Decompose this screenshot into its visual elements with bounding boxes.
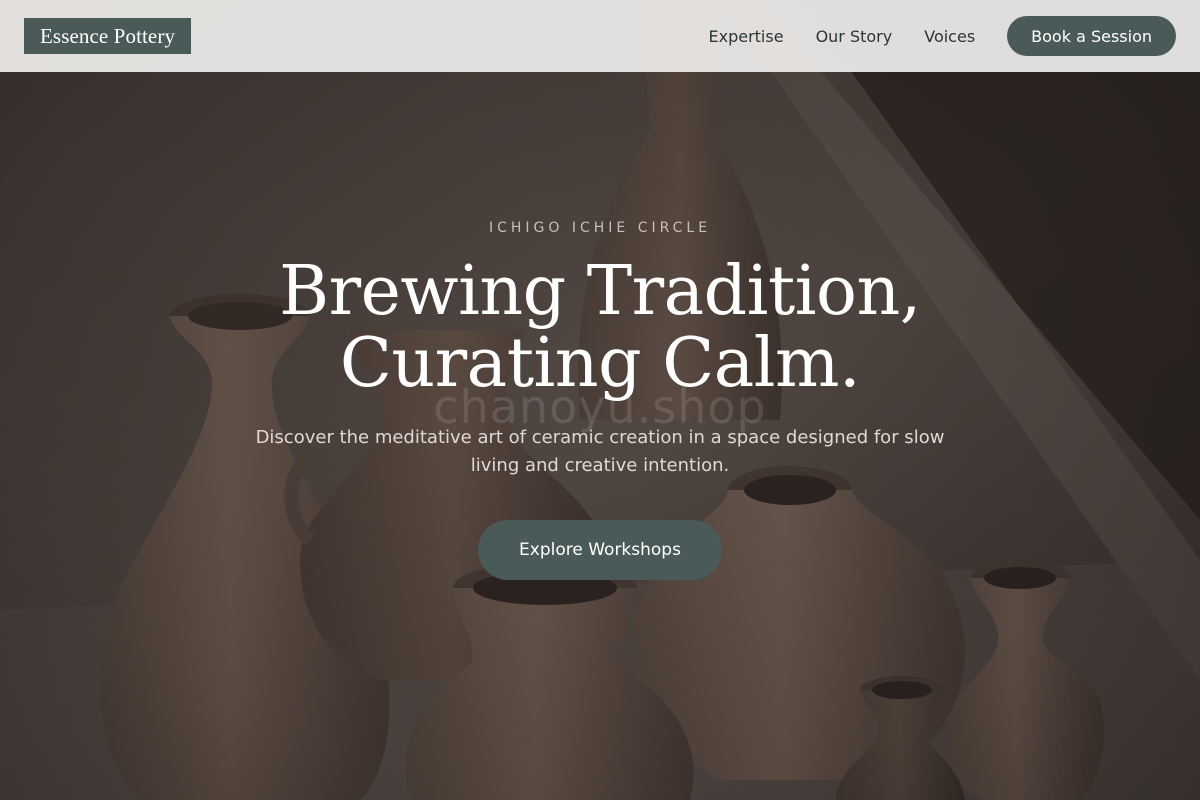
nav-link-expertise[interactable]: Expertise [709,27,784,46]
nav-menu: Expertise Our Story Voices Book a Sessio… [709,16,1176,56]
nav-link-our-story[interactable]: Our Story [816,27,893,46]
brand-logo[interactable]: Essence Pottery [24,18,192,54]
explore-workshops-button[interactable]: Explore Workshops [478,520,722,580]
nav-link-voices[interactable]: Voices [924,27,975,46]
page: Essence Pottery Expertise Our Story Voic… [0,0,1200,800]
book-session-button[interactable]: Book a Session [1007,16,1176,56]
hero-headline: Brewing Tradition, Curating Calm. [0,256,1200,400]
top-navbar: Essence Pottery Expertise Our Story Voic… [0,0,1200,72]
hero-headline-line-1: Brewing Tradition, [279,252,921,331]
hero-section: ICHIGO ICHIE CIRCLE Brewing Tradition, C… [0,0,1200,800]
hero-subtitle: Discover the meditative art of ceramic c… [255,427,945,476]
hero-eyebrow: ICHIGO ICHIE CIRCLE [488,220,712,236]
